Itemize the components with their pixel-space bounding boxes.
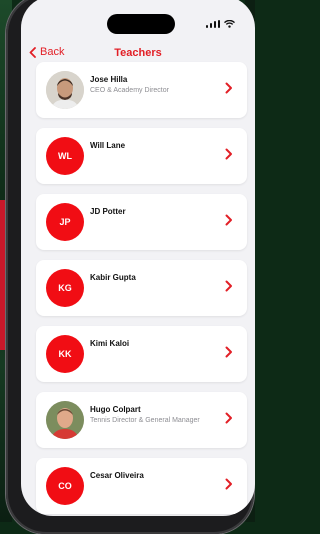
teacher-name: Hugo Colpart	[90, 405, 141, 414]
chevron-right-icon	[225, 478, 232, 490]
avatar-initials: KG	[46, 269, 84, 307]
teacher-name: Jose Hilla	[90, 75, 128, 84]
teacher-row[interactable]: JP JD Potter	[36, 194, 247, 250]
avatar-photo	[46, 71, 84, 109]
teacher-name: Will Lane	[90, 141, 126, 150]
teacher-row[interactable]: Hugo Colpart Tennis Director & General M…	[36, 392, 247, 448]
teacher-role: CEO & Academy Director	[90, 87, 169, 94]
avatar-initials: CO	[46, 467, 84, 505]
chevron-right-icon	[225, 214, 232, 226]
teacher-row[interactable]: CO Cesar Oliveira	[36, 458, 247, 514]
person-photo-icon	[46, 71, 84, 109]
avatar-photo	[46, 401, 84, 439]
phone-frame: Back Teachers Jose Hilla CEO & Academy D…	[6, 0, 255, 534]
teacher-role: Tennis Director & General Manager	[90, 417, 200, 424]
dynamic-island	[107, 14, 175, 34]
teacher-name: Cesar Oliveira	[90, 471, 144, 480]
avatar-initials: KK	[46, 335, 84, 373]
avatar-initials: WL	[46, 137, 84, 175]
wifi-icon	[224, 20, 235, 28]
teacher-row[interactable]: KG Kabir Gupta	[36, 260, 247, 316]
teacher-name: Kimi Kaloi	[90, 339, 130, 348]
signal-icon	[205, 20, 220, 28]
teacher-name: JD Potter	[90, 207, 126, 216]
app-screen: Back Teachers Jose Hilla CEO & Academy D…	[21, 0, 255, 516]
chevron-right-icon	[225, 280, 232, 292]
person-photo-icon	[46, 401, 84, 439]
teacher-row[interactable]: KK Kimi Kaloi	[36, 326, 247, 382]
teacher-name: Kabir Gupta	[90, 273, 136, 282]
avatar-initials: JP	[46, 203, 84, 241]
chevron-right-icon	[225, 82, 232, 94]
page-title: Teachers	[114, 47, 162, 59]
chevron-right-icon	[225, 412, 232, 424]
chevron-right-icon	[225, 346, 232, 358]
teacher-row[interactable]: WL Will Lane	[36, 128, 247, 184]
chevron-right-icon	[225, 148, 232, 160]
teacher-row[interactable]: Jose Hilla CEO & Academy Director	[36, 62, 247, 118]
status-bar-icons	[205, 20, 236, 28]
